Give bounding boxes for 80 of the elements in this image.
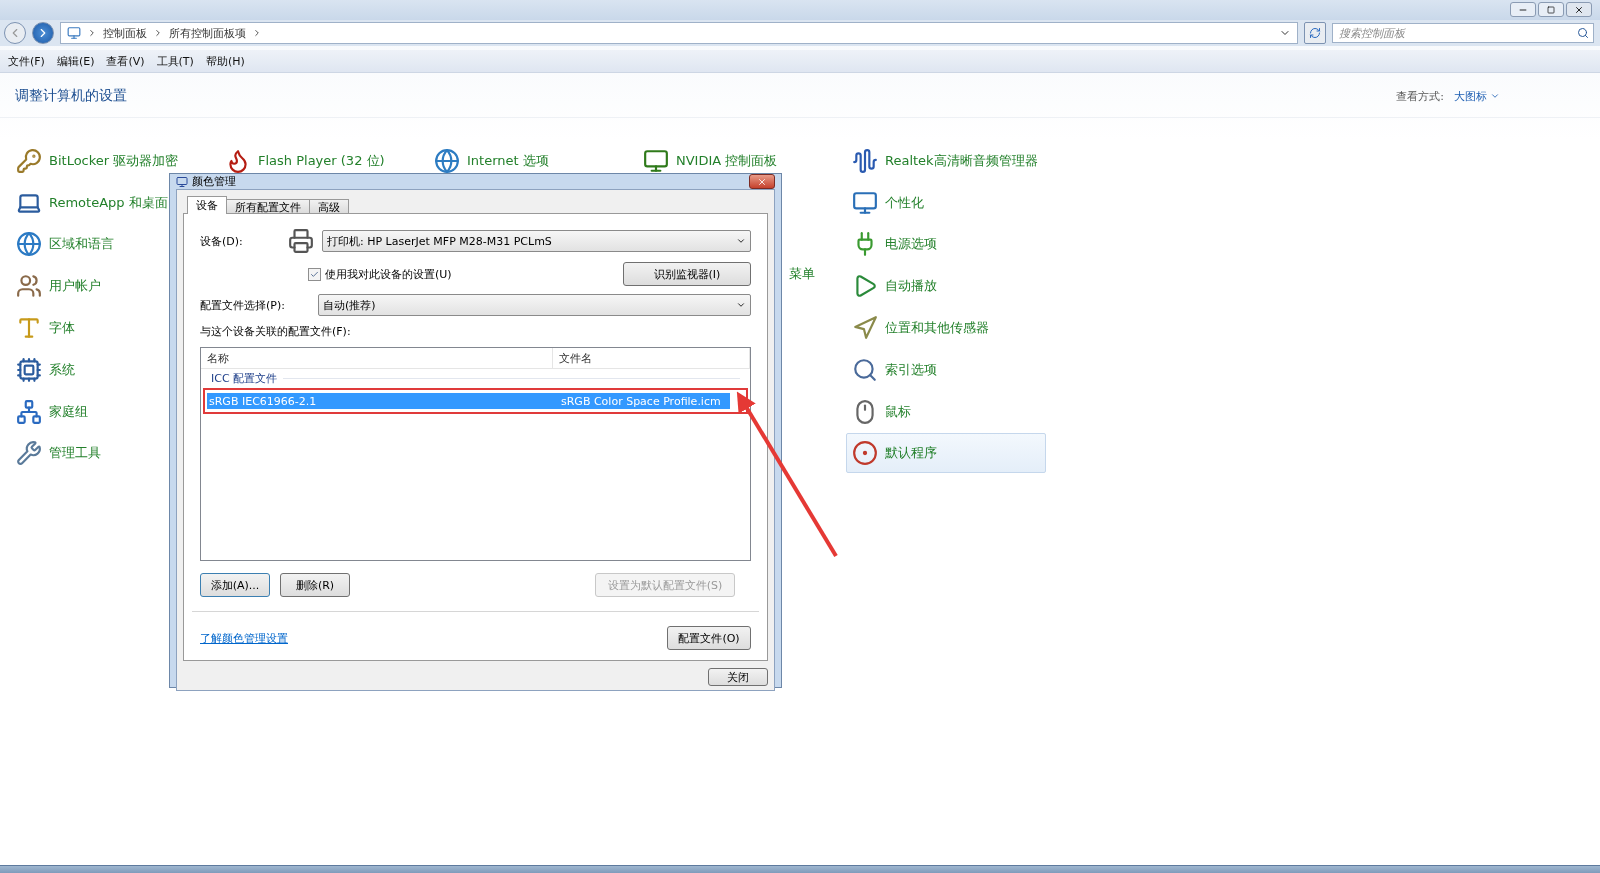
- close-button[interactable]: 关闭: [708, 668, 768, 686]
- chevron-icon: [87, 28, 97, 38]
- chevron-icon: [252, 28, 262, 38]
- waveform-icon: [851, 146, 879, 175]
- computer-icon: [67, 26, 81, 40]
- menu-item[interactable]: 编辑(E): [56, 53, 95, 69]
- control-panel-item[interactable]: 管理工具: [10, 439, 106, 468]
- tab[interactable]: 高级: [309, 199, 349, 214]
- control-panel-item[interactable]: 索引选项: [846, 355, 942, 384]
- profiles-button[interactable]: 配置文件(O): [667, 626, 751, 650]
- check-icon: [310, 269, 319, 279]
- refresh-icon: [1309, 27, 1321, 39]
- globe-icon: [433, 146, 461, 175]
- key-icon: [15, 146, 43, 175]
- control-panel-item[interactable]: 菜单: [789, 265, 846, 284]
- control-panel-item[interactable]: 系统: [10, 355, 80, 384]
- breadcrumb[interactable]: 所有控制面板项: [169, 25, 246, 41]
- close-button[interactable]: [749, 174, 775, 189]
- network-icon: [15, 397, 43, 426]
- column-header[interactable]: 名称: [201, 348, 553, 369]
- close-button[interactable]: [1566, 2, 1592, 17]
- control-panel-item[interactable]: 用户帐户: [10, 272, 106, 301]
- circle-icon: [851, 439, 879, 468]
- caret-icon: [1490, 91, 1500, 101]
- column-header[interactable]: 文件名: [553, 348, 750, 369]
- profile-action-button[interactable]: 删除(R): [280, 573, 350, 597]
- back-button[interactable]: [4, 22, 26, 44]
- control-panel-item[interactable]: Realtek高清晰音频管理器: [846, 146, 1043, 175]
- control-panel-item[interactable]: 电源选项: [846, 230, 942, 259]
- close-icon: [1574, 4, 1584, 15]
- address-field[interactable]: 控制面板 所有控制面板项: [60, 22, 1298, 44]
- monitor-icon: [176, 175, 188, 188]
- control-panel-item[interactable]: 个性化: [846, 188, 929, 217]
- group-label: ICC 配置文件: [211, 371, 278, 386]
- close-icon: [757, 176, 767, 187]
- menu-item[interactable]: 查看(V): [106, 53, 145, 69]
- page-title: 调整计算机的设置: [15, 87, 127, 105]
- control-panel-item[interactable]: Internet 选项: [428, 146, 554, 175]
- control-panel-item[interactable]: 自动播放: [846, 272, 942, 301]
- control-panel-item[interactable]: 家庭组: [10, 397, 93, 426]
- view-label: 查看方式:: [1396, 88, 1444, 104]
- search-icon[interactable]: [1577, 27, 1589, 39]
- caret-icon: [736, 236, 746, 246]
- control-panel-item[interactable]: 字体: [10, 314, 80, 343]
- tools-icon: [15, 439, 43, 468]
- control-panel-item[interactable]: RemoteApp 和桌面: [10, 188, 173, 217]
- control-panel-item[interactable]: 区域和语言: [10, 230, 119, 259]
- tab[interactable]: 所有配置文件: [226, 199, 310, 214]
- globe-icon: [15, 230, 43, 259]
- identify-monitors-button[interactable]: 识别监视器(I): [623, 262, 751, 286]
- use-settings-checkbox[interactable]: 使用我对此设备的设置(U): [308, 266, 615, 282]
- profile-selection-label: 配置文件选择(P):: [200, 297, 286, 313]
- caret-icon: [736, 300, 746, 310]
- control-panel-item[interactable]: BitLocker 驱动器加密: [10, 146, 184, 175]
- control-panel-item[interactable]: 位置和其他传感器: [846, 314, 994, 343]
- restore-icon: [1547, 5, 1555, 14]
- printer-icon: [288, 228, 314, 254]
- control-panel-item[interactable]: 默认程序: [846, 433, 1046, 474]
- forward-button[interactable]: [32, 22, 54, 44]
- control-panel-item[interactable]: Flash Player (32 位): [219, 146, 390, 175]
- help-link[interactable]: 了解颜色管理设置: [200, 630, 288, 646]
- minimize-button[interactable]: [1510, 2, 1536, 17]
- profile-action-button[interactable]: 添加(A)...: [200, 573, 270, 597]
- breadcrumb[interactable]: 控制面板: [103, 25, 147, 41]
- chevron-icon: [153, 28, 163, 38]
- device-label: 设备(D):: [200, 233, 244, 249]
- tab[interactable]: 设备: [187, 196, 227, 214]
- dialog-title: 颜色管理: [192, 174, 236, 189]
- menu-item[interactable]: 帮助(H): [205, 53, 245, 69]
- profile-selection-dropdown[interactable]: 自动(推荐): [318, 294, 751, 316]
- device-dropdown[interactable]: 打印机: HP LaserJet MFP M28-M31 PCLmS: [322, 230, 751, 252]
- associated-profiles-label: 与这个设备关联的配置文件(F):: [200, 324, 352, 339]
- refresh-button[interactable]: [1304, 22, 1326, 44]
- search-field[interactable]: 搜索控制面板: [1332, 23, 1594, 43]
- menu-item[interactable]: 工具(T): [156, 53, 194, 69]
- control-panel-item[interactable]: NVIDIA 控制面板: [637, 146, 783, 175]
- menu-item[interactable]: 文件(F): [8, 53, 45, 69]
- view-mode-link[interactable]: 大图标: [1454, 88, 1500, 104]
- control-panel-item[interactable]: 鼠标: [846, 397, 916, 426]
- computer-icon: [15, 355, 43, 384]
